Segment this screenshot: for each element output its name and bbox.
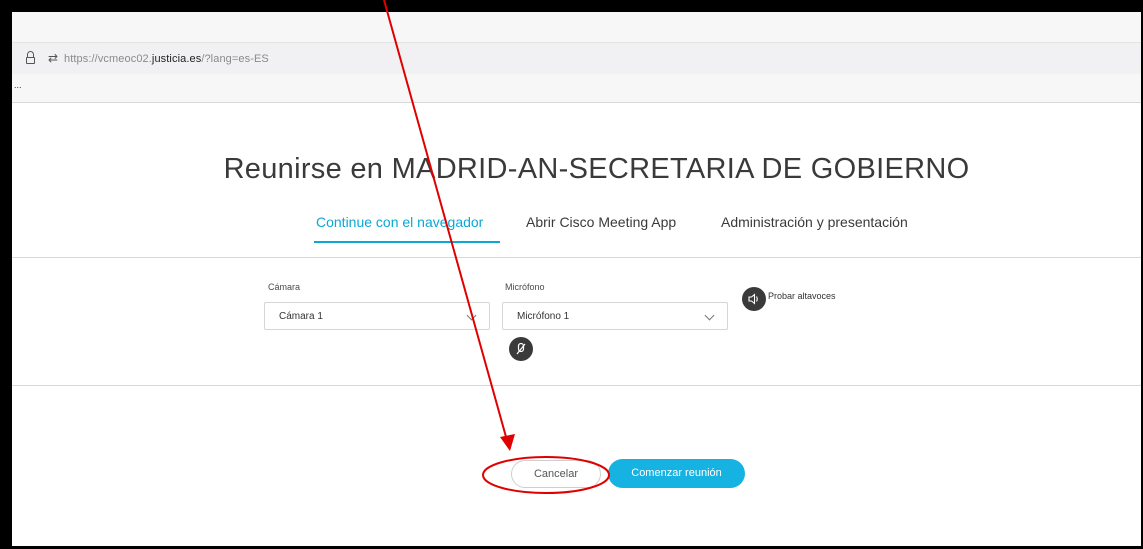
tab-continue-browser[interactable]: Continue con el navegador [316,214,483,230]
camera-select[interactable]: Cámara 1 [264,302,490,330]
chevron-down-icon [704,310,715,321]
chevron-down-icon [466,310,477,321]
tab-admin-presentation[interactable]: Administración y presentación [721,214,908,230]
screenshot-frame-top [0,0,1143,12]
test-speakers-label[interactable]: Probar altavoces [768,291,836,301]
annotation-arrowhead [500,434,515,451]
speaker-icon [748,293,758,305]
screenshot-frame-left [0,0,12,549]
start-meeting-button[interactable]: Comenzar reunión [608,459,745,488]
test-speakers-button[interactable] [742,287,766,311]
divider-top [12,257,1141,258]
microphone-label: Micrófono [505,282,545,292]
microphone-select-value: Micrófono 1 [517,311,570,322]
camera-label: Cámara [268,282,301,292]
url-prefix: https://vcmeoc02. [64,53,152,65]
url-suffix: /?lang=es-ES [201,53,269,65]
divider-bottom [12,385,1141,386]
address-bar[interactable]: ⇄ https://vcmeoc02.justicia.es/?lang=es-… [12,42,1141,75]
microphone-select[interactable]: Micrófono 1 [502,302,728,330]
site-permissions-icon[interactable]: ⇄ [48,51,58,65]
bookmarks-overflow[interactable]: ... [14,80,22,90]
bookmarks-bar: ... [12,74,1141,103]
active-tab-indicator [314,241,500,243]
page-title: Reunirse en MADRID-AN-SECRETARIA DE GOBI… [223,153,970,185]
browser-tabstrip [12,12,1141,42]
cancel-button[interactable]: Cancelar [511,460,601,488]
mic-muted-icon [516,342,526,355]
tab-open-cisco-app[interactable]: Abrir Cisco Meeting App [526,214,676,230]
url-text[interactable]: https://vcmeoc02.justicia.es/?lang=es-ES [64,53,269,65]
camera-select-value: Cámara 1 [279,311,323,322]
url-domain: justicia.es [151,53,202,65]
mic-mute-toggle[interactable] [509,337,533,361]
lock-icon[interactable] [26,51,35,65]
